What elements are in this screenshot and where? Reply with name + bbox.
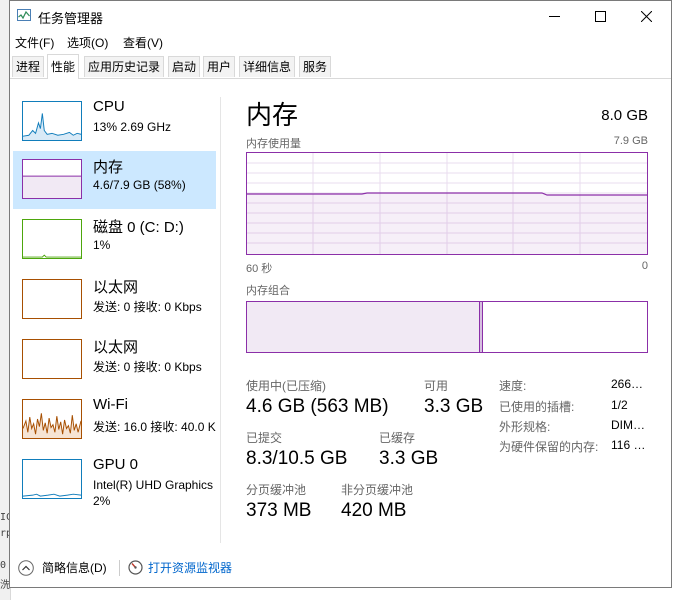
sidebar-wifi-title: Wi-Fi [93,396,128,413]
cached-label: 已缓存 [379,431,416,445]
cached-value: 3.3 GB [379,448,439,469]
tab-processes[interactable]: 进程 [12,56,45,77]
time-axis-left: 60 秒 [246,263,273,275]
ethernet-thumbnail-graph [22,279,82,319]
total-memory: 8.0 GB [601,107,648,124]
tab-app-history[interactable]: 应用历史记录 [84,56,165,77]
sidebar-disk-subtitle: 1% [93,238,111,252]
memory-usage-max: 7.9 GB [613,135,648,147]
memory-thumbnail-graph [22,159,82,199]
form-factor-value: DIM… [611,418,645,432]
memory-usage-graph [246,152,648,255]
minimize-button[interactable] [531,1,577,31]
tab-services[interactable]: 服务 [299,56,332,77]
maximize-icon [594,10,606,22]
sidebar-gpu-subtitle: Intel(R) UHD Graphics [93,478,214,492]
close-icon [640,10,652,22]
tab-performance[interactable]: 性能 [47,54,80,79]
tab-bar: 进程 性能 应用历史记录 启动 用户 详细信息 服务 [10,54,671,79]
speed-value: 266… [611,377,644,391]
sidebar-disk-title: 磁盘 0 (C: D:) [93,219,184,236]
window-title: 任务管理器 [38,11,104,26]
menu-view[interactable]: 查看(V) [123,34,163,51]
available-label: 可用 [424,379,449,393]
paged-pool-label: 分页缓冲池 [246,483,307,497]
sidebar-ethernet-subtitle: 发送: 0 接收: 0 Kbps [93,360,202,374]
task-manager-icon [17,9,31,21]
memory-usage-label: 内存使用量 [246,138,301,150]
chevron-up-icon[interactable] [18,560,34,576]
sidebar-cpu-title: CPU [93,98,125,115]
sidebar-ethernet-subtitle: 发送: 0 接收: 0 Kbps [93,300,202,314]
sidebar-divider [220,97,221,543]
page-title: 内存 [246,100,299,130]
memory-composition-label: 内存组合 [246,285,290,297]
close-button[interactable] [623,1,669,31]
wifi-thumbnail-graph [22,399,82,439]
menu-bar: 文件(F) 选项(O) 查看(V) [10,32,671,52]
ethernet-thumbnail-graph [22,339,82,379]
footer-divider [119,560,120,576]
available-value: 3.3 GB [424,396,484,417]
sidebar-item-cpu[interactable]: CPU 13% 2.69 GHz [13,93,216,151]
resource-monitor-icon[interactable] [128,560,143,575]
menu-file[interactable]: 文件(F) [15,34,54,51]
non-paged-pool-label: 非分页缓冲池 [341,483,414,497]
form-factor-label: 外形规格: [499,420,551,434]
tab-users[interactable]: 用户 [203,56,236,77]
memory-modified-segment [480,302,483,352]
memory-composition-bar [246,301,648,353]
sidebar-ethernet-title: 以太网 [93,279,139,296]
hardware-reserved-value: 116 … [611,438,646,452]
sidebar-item-memory[interactable]: 内存 4.6/7.9 GB (58%) [13,151,216,209]
sidebar-item-disk[interactable]: 磁盘 0 (C: D:) 1% [13,211,216,269]
resource-sidebar: CPU 13% 2.69 GHz 内存 4.6/7.9 GB (58%) 磁盘 … [10,93,218,533]
task-manager-window: 任务管理器 文件(F) 选项(O) 查看(V) 进程 性能 应用历史记录 启动 … [9,0,672,588]
tab-startup[interactable]: 启动 [168,56,201,77]
disk-thumbnail-graph [22,219,82,259]
in-use-value: 4.6 GB (563 MB) [246,396,389,417]
sidebar-cpu-subtitle: 13% 2.69 GHz [93,120,172,134]
gpu-thumbnail-graph [22,459,82,499]
sidebar-wifi-subtitle: 发送: 16.0 接收: 40.0 K [93,420,216,434]
sidebar-memory-title: 内存 [93,159,124,176]
paged-pool-value: 373 MB [246,500,312,521]
committed-label: 已提交 [246,431,283,445]
hardware-reserved-label: 为硬件保留的内存: [499,440,599,454]
sidebar-item-ethernet-2[interactable]: 以太网 发送: 0 接收: 0 Kbps [13,331,216,389]
slots-used-value: 1/2 [611,398,628,412]
menu-options[interactable]: 选项(O) [67,34,108,51]
in-use-label: 使用中(已压缩) [246,379,326,393]
slots-used-label: 已使用的插槽: [499,400,575,414]
cpu-thumbnail-graph [22,101,82,141]
sidebar-ethernet-title: 以太网 [93,339,139,356]
sidebar-memory-subtitle: 4.6/7.9 GB (58%) [93,178,186,192]
fewer-details-button[interactable]: 简略信息(D) [42,559,107,576]
open-resource-monitor-link[interactable]: 打开资源监视器 [148,559,232,576]
sidebar-item-gpu[interactable]: GPU 0 Intel(R) UHD Graphics 2% [13,451,216,509]
footer-bar: 简略信息(D) 打开资源监视器 [10,553,671,583]
maximize-button[interactable] [577,1,623,31]
sidebar-gpu-title: GPU 0 [93,456,139,473]
tab-details[interactable]: 详细信息 [239,56,296,77]
time-axis-right: 0 [641,260,648,272]
sidebar-item-ethernet[interactable]: 以太网 发送: 0 接收: 0 Kbps [13,271,216,329]
committed-value: 8.3/10.5 GB [246,448,348,469]
sidebar-gpu-usage: 2% [93,494,111,508]
title-bar[interactable]: 任务管理器 [10,1,671,31]
minimize-icon [548,15,560,17]
sidebar-item-wifi[interactable]: Wi-Fi 发送: 16.0 接收: 40.0 K [13,391,216,449]
speed-label: 速度: [499,379,527,393]
memory-in-use-segment [247,302,480,352]
non-paged-pool-value: 420 MB [341,500,407,521]
